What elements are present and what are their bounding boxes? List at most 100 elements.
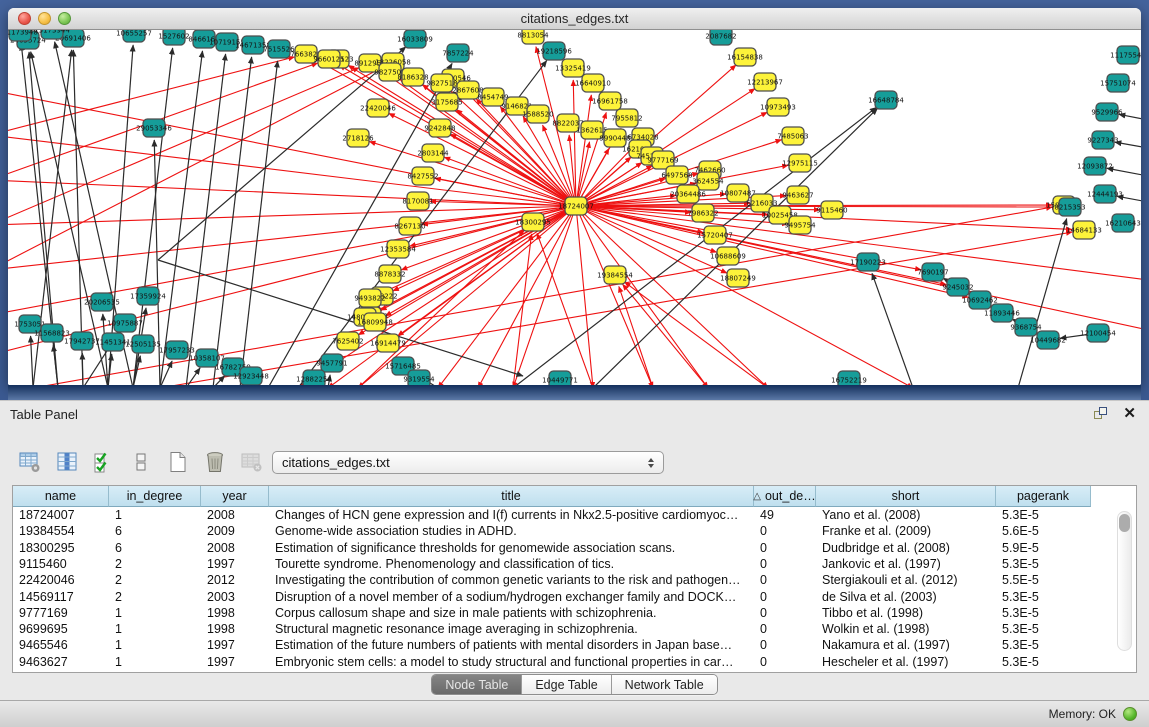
select-columns-icon[interactable]	[90, 448, 118, 476]
graph-node[interactable]: 9463627	[782, 186, 813, 204]
table-row[interactable]: 946554611997Estimation of the future num…	[13, 637, 1136, 654]
graph-node[interactable]: 16752219	[831, 371, 867, 385]
delete-table-icon[interactable]	[238, 448, 266, 476]
graph-node[interactable]: 10449771	[542, 371, 578, 385]
graph-node[interactable]: 9990448	[599, 129, 630, 147]
graph-node[interactable]: 10655257	[116, 30, 152, 42]
table-cell[interactable]: 0	[754, 654, 816, 671]
table-cell[interactable]: 18300295	[13, 540, 109, 557]
tab-network-table[interactable]: Network Table	[612, 675, 717, 694]
graph-node[interactable]: 9227343	[1087, 131, 1118, 149]
graph-node[interactable]: 8267130	[394, 217, 425, 235]
table-cell[interactable]: 22420046	[13, 572, 109, 589]
table-row[interactable]: 1938455462009Genome-wide association stu…	[13, 523, 1136, 540]
column-header-pagerank[interactable]: pagerank	[996, 486, 1091, 507]
table-cell[interactable]: 5.9E-5	[996, 540, 1091, 557]
table-cell[interactable]: Changes of HCN gene expression and I(f) …	[269, 507, 754, 524]
graph-node[interactable]: 8170081	[402, 192, 433, 210]
graph-node[interactable]: 9115460	[816, 201, 847, 219]
table-cell[interactable]: 2003	[201, 589, 269, 606]
graph-node[interactable]: 8813054	[517, 30, 549, 44]
graph-node[interactable]: 19218596	[536, 42, 572, 60]
table-cell[interactable]: 0	[754, 556, 816, 573]
graph-node[interactable]: 2718126	[342, 129, 374, 147]
table-cell[interactable]: 5.3E-5	[996, 621, 1091, 638]
table-cell[interactable]: Yano et al. (2008)	[816, 507, 996, 524]
table-cell[interactable]: 1997	[201, 654, 269, 671]
table-cell[interactable]: Estimation of significance thresholds fo…	[269, 540, 754, 557]
row-options-icon[interactable]	[127, 448, 155, 476]
table-cell[interactable]: Structural magnetic resonance image aver…	[269, 621, 754, 638]
table-cell[interactable]: Corpus callosum shape and size in male p…	[269, 605, 754, 622]
column-header-out_de[interactable]: △out_de…	[754, 486, 816, 507]
graph-node[interactable]: 8427552	[407, 167, 438, 185]
column-header-title[interactable]: title	[269, 486, 754, 507]
graph-node[interactable]: 9242848	[424, 119, 455, 137]
table-cell[interactable]: Disruption of a novel member of a sodium…	[269, 589, 754, 606]
table-row[interactable]: 946362711997Embryonic stem cells: a mode…	[13, 654, 1136, 671]
graph-node[interactable]: 16648784	[868, 91, 904, 109]
graph-node[interactable]: 6497568	[661, 166, 692, 184]
table-cell[interactable]: Franke et al. (2009)	[816, 523, 996, 540]
table-cell[interactable]: 1998	[201, 605, 269, 622]
column-header-name[interactable]: name	[13, 486, 109, 507]
table-cell[interactable]: 1998	[201, 621, 269, 638]
table-row[interactable]: 1456911722003Disruption of a novel membe…	[13, 589, 1136, 606]
table-cell[interactable]: 6	[109, 540, 201, 557]
table-cell[interactable]: 0	[754, 572, 816, 589]
close-panel-icon[interactable]: ✕	[1123, 407, 1136, 421]
table-cell[interactable]: 5.3E-5	[996, 589, 1091, 606]
table-cell[interactable]: 0	[754, 637, 816, 654]
table-cell[interactable]: 0	[754, 540, 816, 557]
graph-node[interactable]: 11175544	[1110, 46, 1141, 64]
window-titlebar[interactable]: citations_edges.txt	[8, 8, 1141, 30]
graph-node[interactable]: 8878332	[374, 265, 405, 283]
graph-node[interactable]: 12093872	[1077, 157, 1113, 175]
table-cell[interactable]: 5.3E-5	[996, 637, 1091, 654]
table-cell[interactable]: 0	[754, 523, 816, 540]
table-cell[interactable]: 9463627	[13, 654, 109, 671]
tab-node-table[interactable]: Node Table	[432, 675, 522, 694]
graph-node[interactable]: 14684133	[1066, 221, 1102, 239]
table-cell[interactable]: 1	[109, 507, 201, 524]
table-cell[interactable]: 18724007	[13, 507, 109, 524]
graph-node[interactable]: 7485063	[777, 127, 808, 145]
graph-node[interactable]: 7955812	[611, 109, 642, 127]
graph-node[interactable]: 8186328	[397, 68, 428, 86]
table-row[interactable]: 977716911998Corpus callosum shape and si…	[13, 605, 1136, 622]
table-cell[interactable]: 5.3E-5	[996, 605, 1091, 622]
table-cell[interactable]: 2009	[201, 523, 269, 540]
graph-node[interactable]: 12444193	[1087, 185, 1123, 203]
table-cell[interactable]: Tibbo et al. (1998)	[816, 605, 996, 622]
graph-node[interactable]: 7690197	[917, 263, 948, 281]
graph-node[interactable]: 8215353	[1054, 198, 1085, 216]
graph-node[interactable]: 12353584	[380, 240, 416, 258]
table-cell[interactable]: Jankovic et al. (1997)	[816, 556, 996, 573]
network-canvas[interactable]: 1872400718300295193845549660123891295518…	[8, 30, 1141, 385]
graph-node[interactable]: 16961758	[592, 92, 628, 110]
table-row[interactable]: 911546021997Tourette syndrome. Phenomeno…	[13, 556, 1136, 573]
table-cell[interactable]: Nakamura et al. (1997)	[816, 637, 996, 654]
table-cell[interactable]: Hescheler et al. (1997)	[816, 654, 996, 671]
graph-node[interactable]: 12213967	[747, 73, 783, 91]
network-graph[interactable]: 1872400718300295193845549660123891295518…	[8, 30, 1141, 385]
table-cell[interactable]: 5.3E-5	[996, 556, 1091, 573]
table-cell[interactable]: 5.3E-5	[996, 507, 1091, 524]
table-cell[interactable]: 1	[109, 605, 201, 622]
table-cell[interactable]: Tourette syndrome. Phenomenology and cla…	[269, 556, 754, 573]
table-row[interactable]: 969969511998Structural magnetic resonanc…	[13, 621, 1136, 638]
table-cell[interactable]: 1	[109, 654, 201, 671]
table-cell[interactable]: Wolkin et al. (1998)	[816, 621, 996, 638]
create-column-icon[interactable]	[164, 448, 192, 476]
graph-node[interactable]: 2087682	[705, 30, 736, 45]
graph-node[interactable]: 16033809	[397, 30, 433, 48]
graph-node[interactable]: 7986322	[687, 204, 718, 222]
table-cell[interactable]: 2008	[201, 507, 269, 524]
table-cell[interactable]: 5.3E-5	[996, 654, 1091, 671]
graph-node[interactable]: 9457791	[316, 354, 347, 372]
graph-node[interactable]: 1527602	[158, 30, 189, 45]
table-cell[interactable]: 9777169	[13, 605, 109, 622]
table-cell[interactable]: Embryonic stem cells: a model to study s…	[269, 654, 754, 671]
table-select-dropdown[interactable]: citations_edges.txt	[272, 451, 664, 474]
table-cell[interactable]: 14569117	[13, 589, 109, 606]
